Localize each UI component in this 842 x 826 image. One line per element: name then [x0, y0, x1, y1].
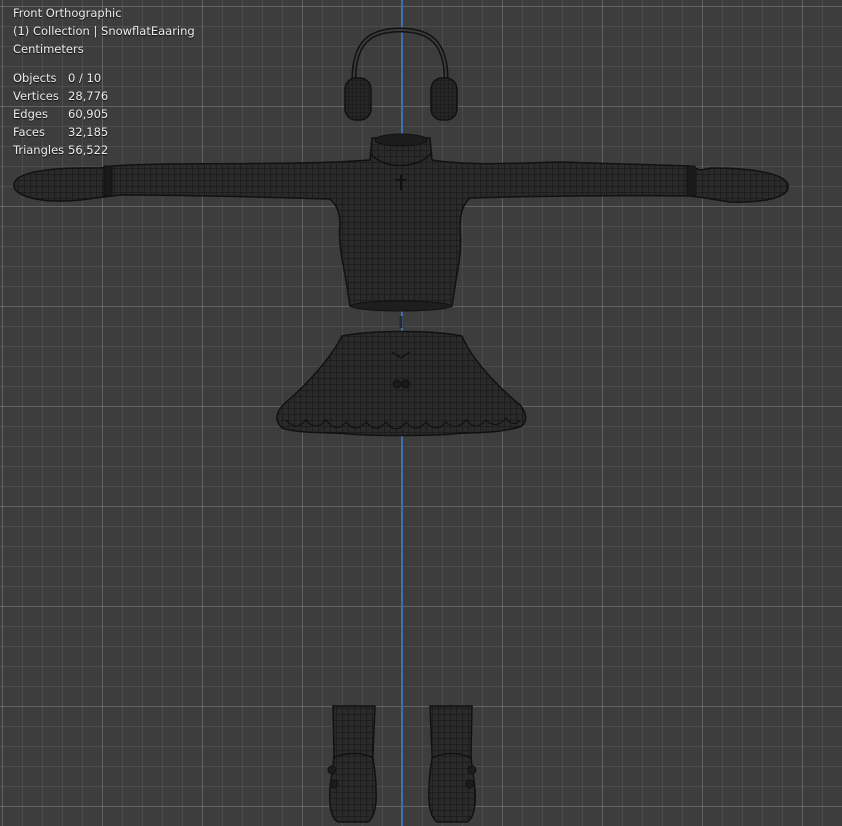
stat-label: Faces: [13, 125, 45, 139]
stat-label: Objects: [13, 71, 57, 85]
stat-value: 0 / 10: [68, 71, 102, 85]
3d-viewport[interactable]: Front Orthographic (1) Collection | Snow…: [0, 0, 842, 826]
scene-statistics: Objects 0 / 10 Vertices 28,776 Edges 60,…: [13, 69, 195, 159]
stat-row-triangles: Triangles 56,522: [13, 141, 195, 159]
collection-name: (1) Collection | SnowflatEaaring: [13, 24, 195, 38]
unit-system: Centimeters: [13, 42, 84, 56]
stat-value: 56,522: [68, 143, 109, 157]
stat-label: Vertices: [13, 89, 59, 103]
viewport-info-overlay: Front Orthographic (1) Collection | Snow…: [13, 4, 195, 159]
earmuffs-mesh[interactable]: [344, 27, 458, 121]
stat-value: 60,905: [68, 107, 109, 121]
stat-value: 28,776: [68, 89, 109, 103]
skirt-mesh[interactable]: [276, 330, 527, 437]
stat-value: 32,185: [68, 125, 109, 139]
sweater-mesh[interactable]: [13, 133, 789, 328]
boots-mesh[interactable]: [327, 705, 477, 823]
stat-row-edges: Edges 60,905: [13, 105, 195, 123]
stat-label: Edges: [13, 107, 48, 121]
stat-row-objects: Objects 0 / 10: [13, 69, 195, 87]
stat-label: Triangles: [13, 143, 65, 157]
stat-row-vertices: Vertices 28,776: [13, 87, 195, 105]
view-name: Front Orthographic: [13, 6, 122, 20]
stat-row-faces: Faces 32,185: [13, 123, 195, 141]
